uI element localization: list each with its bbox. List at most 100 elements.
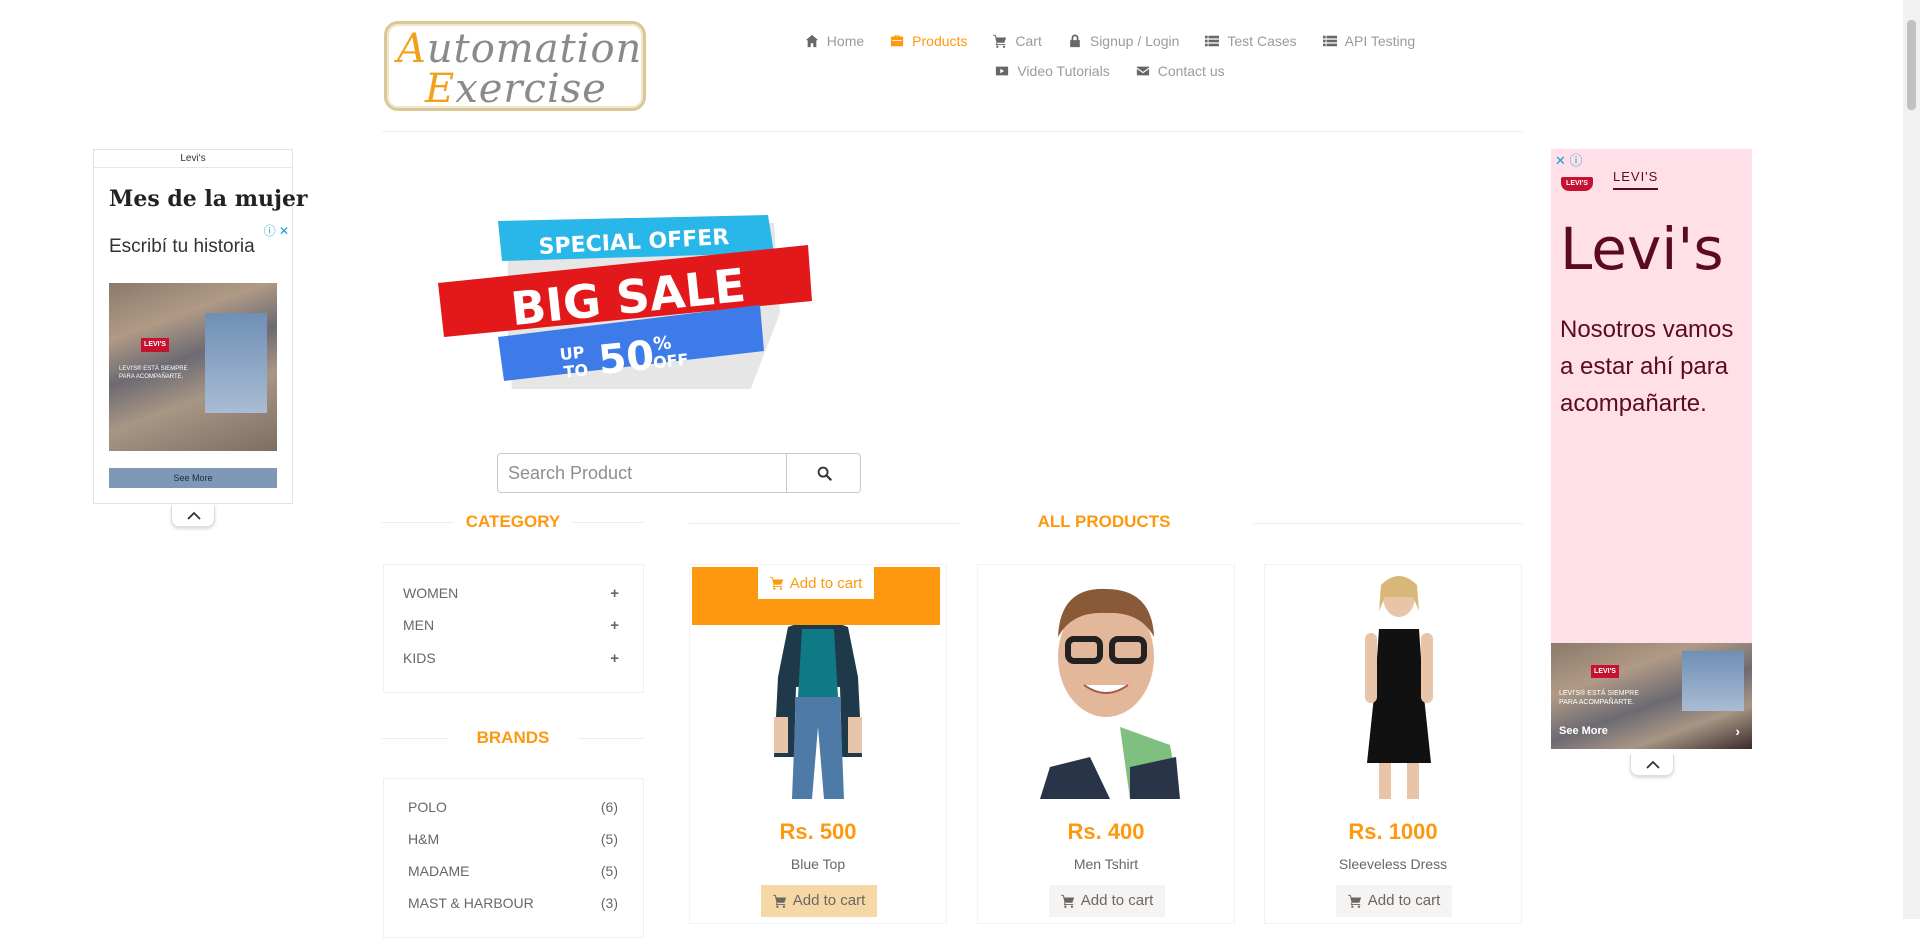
add-to-cart-label: Add to cart bbox=[789, 574, 863, 592]
add-to-cart-button[interactable]: Add to cart bbox=[1336, 885, 1452, 917]
ad-right[interactable]: ✕ ⓘ LEVI'S LEVI'S Levi's Nosotros vamos … bbox=[1551, 149, 1752, 749]
cart-icon bbox=[1060, 894, 1074, 908]
brands-panel: POLO (6) H&M (5) MADAME (5) MAST & HARBO… bbox=[383, 778, 644, 938]
category-title-line-left bbox=[382, 522, 454, 523]
plus-icon[interactable]: + bbox=[610, 617, 619, 634]
ad-right-headline: Levi's bbox=[1560, 215, 1724, 283]
product-card-sleeveless-dress[interactable]: Rs. 1000 Sleeveless Dress Add to cart bbox=[1264, 564, 1522, 924]
brand-item-mast-harbour[interactable]: MAST & HARBOUR (3) bbox=[408, 895, 618, 911]
brands-title-line-left bbox=[382, 738, 448, 739]
briefcase-icon bbox=[891, 35, 904, 47]
brand-item-polo[interactable]: POLO (6) bbox=[408, 799, 618, 815]
category-item-label: Men bbox=[403, 617, 435, 633]
lock-icon bbox=[1070, 34, 1080, 48]
brand-name: POLO bbox=[408, 799, 447, 815]
ad-right-photo[interactable]: LEVI'S LEVI'S® ESTÁ SIEMPRE PARA ACOMPAÑ… bbox=[1551, 643, 1752, 749]
search-input[interactable] bbox=[497, 453, 787, 493]
category-item-label: Kids bbox=[403, 650, 436, 666]
product-image[interactable] bbox=[980, 567, 1232, 799]
nav-video-tutorials[interactable]: Video Tutorials bbox=[995, 63, 1110, 79]
product-name: Sleeveless Dress bbox=[1338, 856, 1448, 872]
category-item-label: Women bbox=[403, 585, 459, 601]
chevron-up-icon bbox=[1646, 760, 1660, 769]
ad-left-caption: LEVI'S® ESTÁ SIEMPRE PARA ACOMPAÑARTE. bbox=[119, 366, 188, 380]
product-price: Rs. 1000 bbox=[1348, 819, 1438, 844]
add-to-cart-label: Add to cart bbox=[1367, 892, 1441, 909]
product-hover-overlay: Add to cart bbox=[692, 567, 940, 625]
scrollbar-thumb[interactable] bbox=[1907, 20, 1916, 110]
ad-right-brand: LEVI'S bbox=[1613, 169, 1659, 190]
ad-left-collapse-button[interactable] bbox=[171, 505, 215, 527]
nav-api-testing[interactable]: API Testing bbox=[1322, 33, 1416, 49]
add-to-cart-label: Add to cart bbox=[792, 892, 866, 909]
product-image[interactable] bbox=[1267, 567, 1519, 799]
ad-right-collapse-button[interactable] bbox=[1630, 754, 1674, 776]
nav-signup-login[interactable]: Signup / Login bbox=[1068, 33, 1180, 49]
nav-contact-label: Contact us bbox=[1157, 63, 1225, 79]
brand-name: MAST & HARBOUR bbox=[408, 895, 534, 911]
special-offer-banner[interactable]: SPECIAL OFFER BIG SALE UP TO 50 % OFF bbox=[438, 213, 824, 389]
nav-home-label: Home bbox=[826, 33, 865, 49]
cart-icon bbox=[772, 894, 786, 908]
nav-cart-label: Cart bbox=[1015, 33, 1042, 49]
product-card-men-tshirt[interactable]: Rs. 400 Men Tshirt Add to cart bbox=[977, 564, 1235, 924]
ad-left-see-more-button[interactable]: See More bbox=[109, 468, 277, 488]
nav-api-testing-label: API Testing bbox=[1344, 33, 1416, 49]
nav-row-1: Home Products Cart Signup / Login Test C… bbox=[780, 26, 1440, 56]
ad-close-icon[interactable]: ✕ ⓘ bbox=[1555, 150, 1583, 169]
ad-right-photo-sky bbox=[1682, 651, 1744, 711]
header-divider bbox=[382, 131, 1523, 132]
ad-left-photo[interactable]: LEVI'S LEVI'S® ESTÁ SIEMPRE PARA ACOMPAÑ… bbox=[109, 283, 277, 451]
ad-left[interactable]: Levi's Mes de la mujer ⓘ ✕ Escribí tu hi… bbox=[93, 149, 308, 504]
levis-logo-icon: LEVI'S bbox=[1561, 177, 1593, 191]
brand-name: MADAME bbox=[408, 863, 470, 879]
nav-home[interactable]: Home bbox=[805, 33, 864, 49]
nav-row-2: Video Tutorials Contact us bbox=[780, 56, 1440, 86]
ad-choices-icon[interactable]: ⓘ ✕ bbox=[264, 222, 289, 239]
overlay-add-to-cart-button[interactable]: Add to cart bbox=[758, 567, 874, 599]
logo-cap-e: E bbox=[425, 66, 456, 111]
search-button[interactable] bbox=[786, 453, 861, 493]
youtube-icon bbox=[996, 66, 1009, 76]
page-scrollbar[interactable] bbox=[1903, 0, 1920, 919]
nav-cart[interactable]: Cart bbox=[993, 33, 1042, 49]
products-title-line-right bbox=[1253, 523, 1523, 524]
category-panel: Women + Men + Kids + bbox=[383, 564, 644, 693]
cart-icon bbox=[1347, 894, 1361, 908]
category-item-men[interactable]: Men + bbox=[403, 617, 619, 634]
nav-products-label: Products bbox=[912, 33, 968, 49]
ad-left-photo-sky bbox=[205, 313, 267, 413]
brands-title: Brands bbox=[476, 728, 550, 747]
category-item-kids[interactable]: Kids + bbox=[403, 650, 619, 667]
brand-count: (6) bbox=[600, 799, 618, 815]
brand-item-hm[interactable]: H&M (5) bbox=[408, 831, 618, 847]
product-name: Men Tshirt bbox=[1073, 856, 1139, 872]
nav-signup-label: Signup / Login bbox=[1089, 33, 1180, 49]
nav-test-cases[interactable]: Test Cases bbox=[1205, 33, 1297, 49]
products-title-line-left bbox=[689, 523, 959, 524]
product-card-blue-top[interactable]: Add to cart Rs. 500 Blue Top Add to cart bbox=[689, 564, 947, 924]
list-icon bbox=[1205, 35, 1220, 47]
main-nav: Home Products Cart Signup / Login Test C… bbox=[780, 26, 1440, 86]
ad-left-brand: Levi's bbox=[94, 150, 292, 168]
category-item-women[interactable]: Women + bbox=[403, 585, 619, 602]
ad-right-body: Nosotros vamos a estar ahí para acompaña… bbox=[1560, 316, 1734, 417]
site-logo[interactable]: Automation Exercise bbox=[384, 21, 646, 111]
nav-contact-us[interactable]: Contact us bbox=[1136, 63, 1225, 79]
brand-count: (5) bbox=[600, 831, 618, 847]
cart-icon bbox=[769, 576, 783, 590]
plus-icon[interactable]: + bbox=[610, 650, 619, 667]
nav-video-label: Video Tutorials bbox=[1017, 63, 1110, 79]
add-to-cart-button[interactable]: Add to cart bbox=[1049, 885, 1165, 917]
nav-products[interactable]: Products bbox=[890, 33, 967, 49]
levis-logo-icon: LEVI'S bbox=[1591, 665, 1619, 678]
plus-icon[interactable]: + bbox=[610, 585, 619, 602]
add-to-cart-button[interactable]: Add to cart bbox=[761, 885, 877, 917]
brand-count: (3) bbox=[600, 895, 618, 911]
brand-name: H&M bbox=[408, 831, 440, 847]
ad-right-see-more-button[interactable]: See More bbox=[1559, 725, 1608, 737]
brands-title-line-right bbox=[578, 738, 644, 739]
ad-left-headline: Mes de la mujer bbox=[109, 186, 308, 212]
brand-item-madame[interactable]: MADAME (5) bbox=[408, 863, 618, 879]
product-name: Blue Top bbox=[790, 856, 846, 872]
